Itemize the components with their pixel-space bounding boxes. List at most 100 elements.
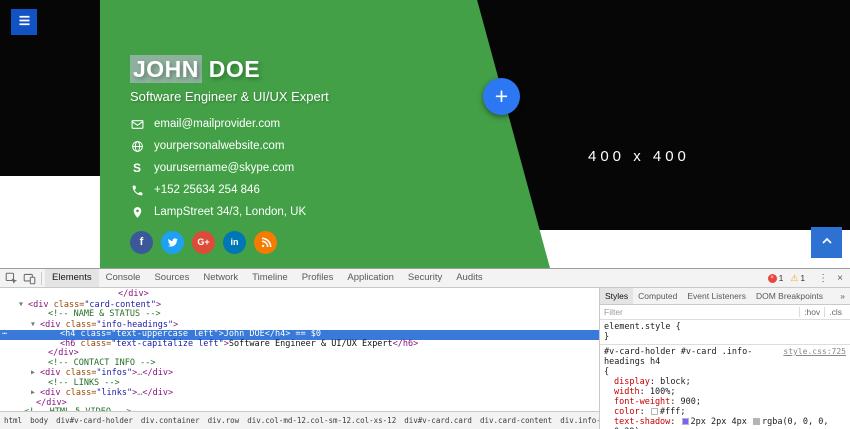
sidebar-tabs-overflow-icon[interactable]: » <box>835 291 850 301</box>
dom-token: "text-capitalize left" <box>111 338 224 349</box>
breadcrumb-item[interactable]: div.container <box>137 412 204 429</box>
color-swatch[interactable] <box>752 418 760 425</box>
scroll-top-button[interactable] <box>811 227 842 258</box>
menu-button[interactable] <box>11 9 37 35</box>
style-rule-selector: element.style { <box>604 322 681 332</box>
linkedin-icon: in <box>230 237 239 247</box>
placeholder-size-label: 400 x 400 <box>588 148 690 165</box>
add-button[interactable]: + <box>483 78 520 115</box>
dom-token: "links" <box>96 388 133 398</box>
dom-token: John DOE <box>223 329 265 339</box>
dom-token: <!-- NAME & STATUS --> <box>48 309 161 319</box>
dom-token: > <box>155 299 162 310</box>
collapse-arrow-icon[interactable]: ▼ <box>19 300 28 310</box>
dom-tree-row[interactable]: </div> <box>0 289 599 300</box>
breadcrumb-item[interactable]: body <box>26 412 52 429</box>
tab-console[interactable]: Console <box>99 269 148 287</box>
devtools-panel: Elements Console Sources Network Timeline Pro… <box>0 268 850 429</box>
collapse-arrow-icon[interactable]: ▼ <box>31 320 40 330</box>
warning-count-badge[interactable]: ⚠ 1 <box>790 273 805 283</box>
row-gutter-icon: ⋯ <box>2 329 8 339</box>
dom-token: </div> <box>142 368 174 378</box>
pseudo-state-toggle[interactable]: :hov <box>799 307 824 317</box>
contact-text: LampStreet 34/3, London, UK <box>154 206 307 218</box>
styles-filter-input[interactable]: Filter <box>604 307 799 317</box>
sidebar-tab-computed[interactable]: Computed <box>633 288 682 304</box>
devtools-toolbar: Elements Console Sources Network Timeline Pro… <box>0 269 850 288</box>
dom-token: "card-content" <box>84 299 156 310</box>
devtools-menu-icon[interactable]: ⋮ <box>812 273 834 284</box>
social-links: f G+ in <box>130 231 277 254</box>
dom-tree-row[interactable]: <h6 class="text-capitalize left">Softwar… <box>0 338 599 350</box>
dom-token: </div> <box>36 397 67 408</box>
tab-profiles[interactable]: Profiles <box>295 269 341 287</box>
property-name: font-weight <box>614 397 671 407</box>
tab-application[interactable]: Application <box>340 269 400 287</box>
property-value: 900 <box>680 397 696 407</box>
property-name: color <box>614 407 640 417</box>
dom-tree-row[interactable]: ▶ <div class="links">…</div> <box>0 388 599 399</box>
expand-arrow-icon[interactable]: ▶ <box>31 368 40 378</box>
contact-text: email@mailprovider.com <box>154 118 281 130</box>
devtools-close-icon[interactable]: × <box>834 273 850 284</box>
style-property[interactable]: width: 100%; <box>604 387 846 397</box>
breadcrumb-item[interactable]: div.col-md-12.col-sm-12.col-xs-12 <box>243 412 400 429</box>
dom-tree-row[interactable]: <!-- CONTACT INFO --> <box>0 358 599 369</box>
sidebar-tab-event-listeners[interactable]: Event Listeners <box>682 288 751 304</box>
tab-audits[interactable]: Audits <box>449 269 489 287</box>
social-linkedin-button[interactable]: in <box>223 231 246 254</box>
phone-icon <box>130 183 144 197</box>
dom-tree-row[interactable]: <!-- NAME & STATUS --> <box>0 309 599 320</box>
dom-tree-row[interactable]: <!-- LINKS --> <box>0 377 599 389</box>
devtools-body: </div> ▼ <div class="card-content"> <!-- NA… <box>0 288 850 429</box>
style-source-link[interactable]: style.css:725 <box>783 347 846 357</box>
breadcrumb-item[interactable]: div.info-headings <box>556 412 599 429</box>
dom-token: <!-- LINKS --> <box>48 377 120 388</box>
style-property[interactable]: font-weight: 900; <box>604 397 846 407</box>
chevron-up-icon <box>819 233 835 252</box>
breadcrumb-item[interactable]: div.card-content <box>476 412 556 429</box>
sidebar-tab-dom-breakpoints[interactable]: DOM Breakpoints <box>751 288 828 304</box>
breadcrumb-item[interactable]: html <box>0 412 26 429</box>
element-classes-toggle[interactable]: .cls <box>824 307 846 317</box>
contact-item: +152 25634 254 846 <box>130 183 306 197</box>
style-property[interactable]: text-shadow: 2px 2px 4px rgba(0, 0, 0, 0… <box>604 417 846 429</box>
style-property[interactable]: color: #fff; <box>604 407 846 417</box>
placeholder-image-right <box>500 0 850 230</box>
sidebar-tabs: Styles Computed Event Listeners DOM Breakpo… <box>600 288 850 305</box>
dom-token: </div> <box>142 388 174 398</box>
property-value: #fff <box>659 407 681 417</box>
tab-network[interactable]: Network <box>196 269 245 287</box>
dom-token: == $0 <box>290 329 322 339</box>
sidebar-tab-styles[interactable]: Styles <box>600 288 634 304</box>
social-twitter-button[interactable] <box>161 231 184 254</box>
social-google-plus-button[interactable]: G+ <box>192 231 215 254</box>
inspect-element-icon[interactable] <box>2 270 20 287</box>
tab-timeline[interactable]: Timeline <box>245 269 295 287</box>
device-toolbar-icon[interactable] <box>20 270 38 287</box>
style-property[interactable]: display: block; <box>604 377 846 387</box>
breadcrumb-item[interactable]: div.row <box>204 412 244 429</box>
styles-section-divider <box>600 344 850 345</box>
expand-arrow-icon[interactable]: ▶ <box>31 388 40 398</box>
color-swatch[interactable] <box>650 408 658 415</box>
error-count-badge[interactable]: × 1 <box>767 273 783 283</box>
social-rss-button[interactable] <box>254 231 277 254</box>
breadcrumb: html body div#v-card-holder div.container di… <box>0 411 599 429</box>
color-swatch[interactable] <box>681 418 689 425</box>
dom-token: > <box>173 319 179 330</box>
property-value: 2px 2px 4px <box>690 417 752 427</box>
webpage: 400 x 400 JOHN DOE Software Engineer & U… <box>0 0 850 268</box>
breadcrumb-item[interactable]: div#v-card.card <box>400 412 476 429</box>
devtools-tabs: Elements Console Sources Network Timeline Pro… <box>45 269 490 287</box>
google-plus-icon: G+ <box>197 237 210 247</box>
tab-sources[interactable]: Sources <box>147 269 196 287</box>
style-brace: { <box>604 367 610 377</box>
contact-text: yourpersonalwebsite.com <box>154 140 285 152</box>
tab-security[interactable]: Security <box>401 269 449 287</box>
job-title: Software Engineer & UI/UX Expert <box>130 89 329 104</box>
dom-token: Software Engineer & UI/UX Expert <box>228 338 393 349</box>
social-facebook-button[interactable]: f <box>130 231 153 254</box>
tab-elements[interactable]: Elements <box>45 269 99 287</box>
breadcrumb-item[interactable]: div#v-card-holder <box>52 412 137 429</box>
